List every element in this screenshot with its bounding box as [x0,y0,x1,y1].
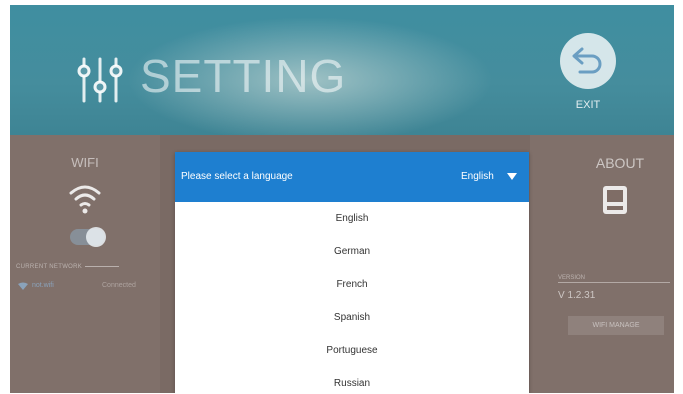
dialog-header: Please select a language English [175,152,529,202]
language-option-portuguese[interactable]: Portuguese [175,336,529,366]
small-wifi-icon [18,282,28,290]
divider [558,282,670,283]
settings-screen: SETTING EXIT WIFI CURRENT NETWORK not.wi… [10,5,674,393]
language-dropdown[interactable]: English [453,166,523,188]
settings-header: SETTING EXIT [10,5,674,135]
network-status: Connected [102,282,136,289]
exit-label: EXIT [575,99,601,111]
about-title: ABOUT [595,155,645,171]
language-option-russian[interactable]: Russian [175,369,529,393]
page-title: SETTING [140,50,347,102]
language-dialog: Please select a language English English… [175,152,529,393]
dropdown-arrow-icon [507,173,517,180]
version-label: VERSION [558,275,586,281]
network-name: not.wifi [32,282,54,289]
language-option-french[interactable]: French [175,270,529,300]
device-icon [603,186,627,214]
toggle-knob[interactable] [86,227,106,247]
sliders-icon [77,57,123,103]
exit-button[interactable]: EXIT [558,33,622,123]
language-option-german[interactable]: German [175,237,529,267]
version-value: V 1.2.31 [558,290,596,301]
language-option-spanish[interactable]: Spanish [175,303,529,333]
exit-circle[interactable] [560,33,616,89]
wifi-manage-button[interactable]: WIFI MANAGE [568,316,664,335]
divider [85,265,120,267]
dialog-prompt: Please select a language [181,171,293,182]
wifi-title: WIFI [71,155,99,170]
wifi-icon [69,185,101,214]
current-network-label: CURRENT NETWORK [16,264,156,270]
about-panel [530,135,674,393]
back-arrow-icon [572,47,602,74]
selected-language: English [461,171,494,182]
wifi-toggle[interactable] [70,227,106,247]
current-network-text: CURRENT NETWORK [16,264,83,270]
language-option-english[interactable]: English [175,204,529,234]
